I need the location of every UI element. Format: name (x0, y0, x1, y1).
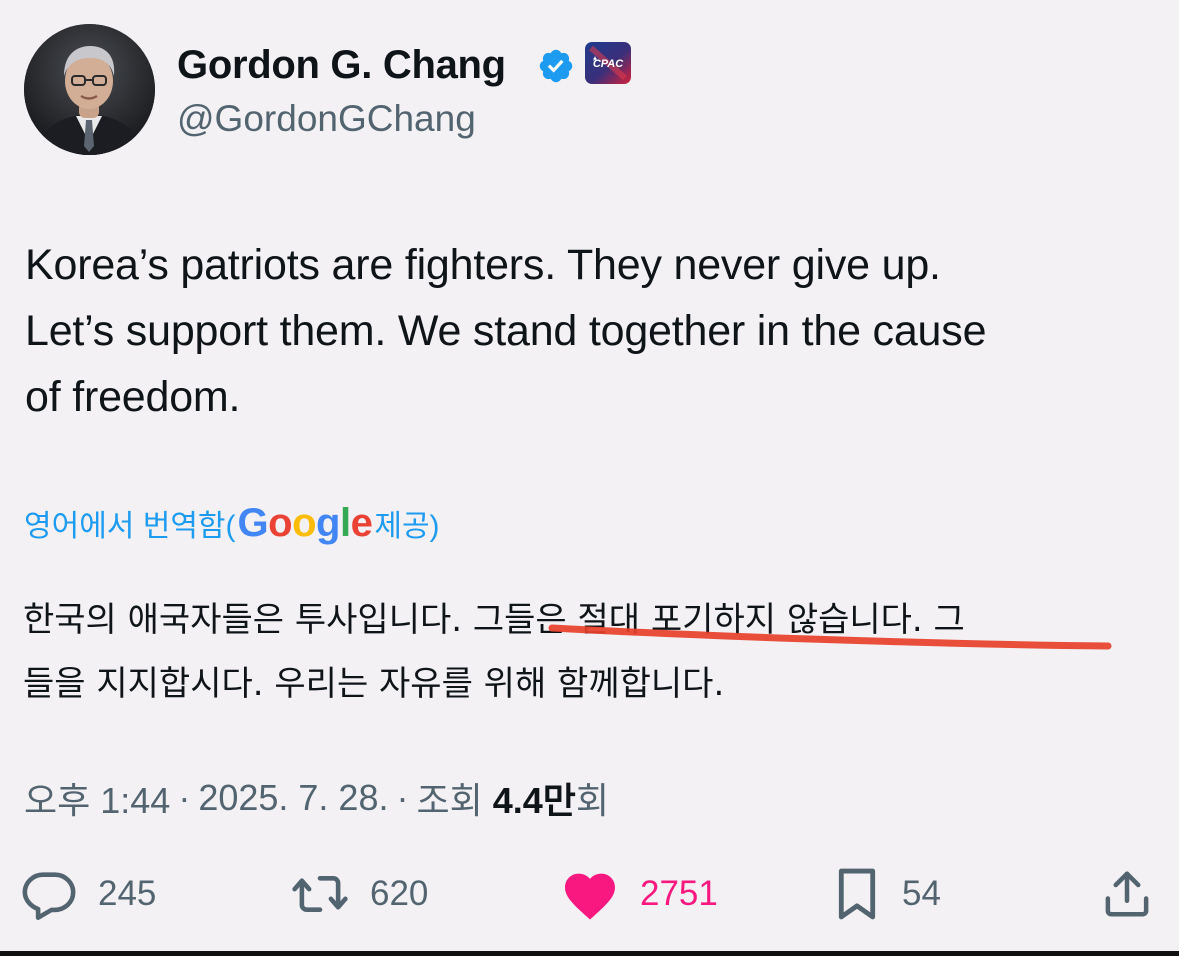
repost-button[interactable]: 620 (290, 862, 428, 926)
translated-segment: 그 (922, 600, 965, 640)
tweet-meta: 오후 1:44 · 2025. 7. 28. · 조회 4.4만 회 (24, 770, 609, 826)
translation-attribution[interactable]: 영어에서 번역함( Google 제공) (24, 498, 440, 548)
avatar[interactable] (24, 24, 155, 155)
post-time[interactable]: 오후 1:44 (24, 772, 170, 824)
translated-line-1: 한국의 애국자들은 투사입니다. 그들은 절대 포기하지 않습니다. 그 (23, 588, 1163, 652)
like-count: 2751 (640, 874, 718, 913)
bookmark-button[interactable]: 54 (832, 862, 941, 926)
verified-icon[interactable] (537, 47, 575, 85)
cpac-badge[interactable]: CPAC (585, 42, 631, 84)
translated-text: 한국의 애국자들은 투사입니다. 그들은 절대 포기하지 않습니다. 그 들을 … (23, 588, 1163, 716)
tweet-text: Korea’s patriots are fighters. They neve… (25, 241, 987, 421)
display-name[interactable]: Gordon G. Chang (177, 40, 506, 90)
google-logo: Google (237, 500, 373, 545)
reply-icon (22, 872, 76, 920)
bookmark-count: 54 (902, 874, 941, 913)
reply-button[interactable]: 245 (20, 862, 156, 926)
translation-suffix: 제공) (374, 510, 440, 543)
views-count[interactable]: 4.4만 (493, 772, 576, 824)
heart-icon (565, 873, 615, 920)
cpac-badge-text: CPAC (593, 58, 624, 70)
action-bar: 245 620 2751 54 (0, 862, 1179, 926)
share-button[interactable] (1100, 862, 1154, 926)
reply-count: 245 (98, 874, 157, 913)
post-date[interactable]: 2025. 7. 28. (198, 777, 388, 819)
bookmark-icon (838, 868, 876, 920)
share-icon (1105, 871, 1149, 917)
repost-count: 620 (370, 874, 429, 913)
meta-separator: · (396, 777, 409, 818)
translated-line-2: 들을 지지합시다. 우리는 자유를 위해 함께합니다. (23, 664, 725, 704)
repost-icon (292, 875, 348, 913)
meta-separator: · (178, 777, 191, 818)
translation-prefix: 영어에서 번역함( (24, 510, 236, 543)
translated-segment: 한국의 애국자들은 투사입니다. (23, 600, 473, 640)
views-suffix: 회 (575, 780, 610, 821)
underlined-segment: 그들은 절대 포기하지 않습니다. (472, 600, 923, 640)
user-handle[interactable]: @GordonGChang (177, 96, 476, 142)
bottom-divider (0, 951, 1179, 956)
views-label: 조회 (416, 780, 483, 821)
like-button[interactable]: 2751 (560, 862, 718, 926)
